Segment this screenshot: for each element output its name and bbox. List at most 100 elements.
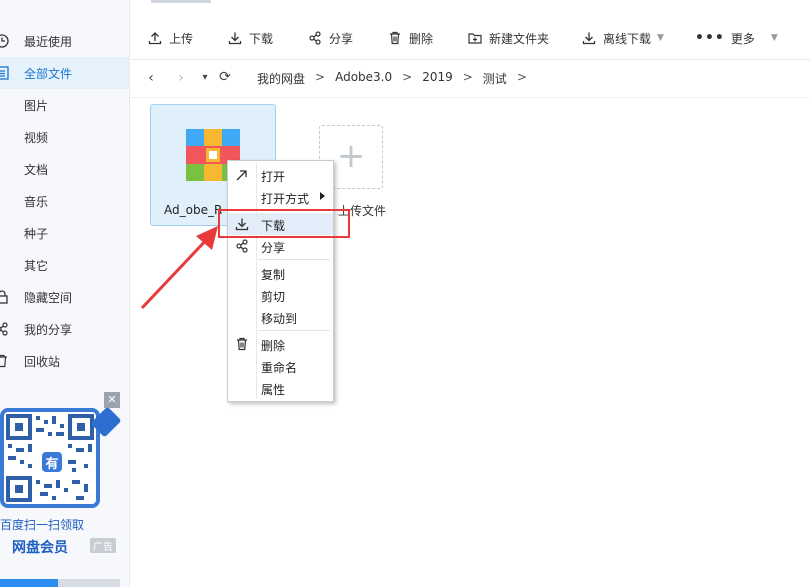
- more-dots-icon: •••: [695, 30, 725, 46]
- menu-divider: [258, 259, 330, 260]
- menu-item-open[interactable]: 打开: [228, 164, 333, 186]
- sidebar-item-label: 回收站: [24, 355, 61, 369]
- sidebar-item-all-files[interactable]: 全部文件: [0, 57, 129, 89]
- menu-item-label: 移动到: [261, 312, 298, 326]
- promo-banner[interactable]: 有 ✕ 百度扫一扫领取 网盘会员 广告: [0, 392, 122, 560]
- new-folder-icon: [468, 33, 482, 44]
- plus-icon: +: [336, 136, 366, 176]
- new-folder-label: 新建文件夹: [489, 31, 550, 46]
- submenu-arrow-icon: [320, 192, 325, 200]
- breadcrumb-item[interactable]: 2019: [422, 70, 453, 87]
- download-label: 下载: [249, 31, 274, 46]
- sidebar-item-recycle-bin[interactable]: 回收站: [0, 345, 129, 377]
- sidebar-item-label: 我的分享: [24, 323, 73, 337]
- delete-button[interactable]: 删除: [387, 28, 433, 48]
- sidebar-item-videos[interactable]: 视频: [0, 121, 129, 153]
- trash-icon: [390, 31, 400, 45]
- breadcrumb: 我的网盘 > Adobe3.0 > 2019 > 测试 >: [257, 70, 527, 87]
- sidebar-item-label: 全部文件: [24, 67, 73, 81]
- sidebar: 最近使用 全部文件 图片 视频 文档 音乐 种子 其它 隐藏空间 我的分享 回收…: [0, 0, 130, 587]
- sidebar-item-label: 视频: [24, 131, 49, 145]
- breadcrumb-item[interactable]: Adobe3.0: [335, 70, 392, 87]
- offline-download-icon: [582, 32, 596, 45]
- sidebar-item-music[interactable]: 音乐: [0, 185, 129, 217]
- breadcrumb-item[interactable]: 我的网盘: [257, 70, 305, 87]
- menu-item-copy[interactable]: 复制: [228, 262, 333, 284]
- back-button[interactable]: ‹: [143, 70, 159, 88]
- forward-button[interactable]: ›: [173, 70, 189, 88]
- sidebar-item-other[interactable]: 其它: [0, 249, 129, 281]
- download-icon: [228, 32, 242, 45]
- sidebar-item-my-shares[interactable]: 我的分享: [0, 313, 129, 345]
- sidebar-item-recent[interactable]: 最近使用: [0, 25, 129, 57]
- upload-icon: [148, 32, 162, 45]
- menu-item-label: 分享: [261, 241, 286, 255]
- offline-download-label: 离线下载: [603, 31, 652, 46]
- sidebar-item-label: 文档: [24, 163, 49, 177]
- toolbar: 上传 下载 分享 删除 新建文件夹 离线下载 ▼ ••• 更多 ▼: [131, 0, 810, 60]
- menu-item-open-with[interactable]: 打开方式: [228, 186, 333, 208]
- menu-item-share[interactable]: 分享: [228, 235, 333, 257]
- list-icon: [0, 66, 9, 80]
- sidebar-item-documents[interactable]: 文档: [0, 153, 129, 185]
- upload-button[interactable]: 上传: [147, 28, 193, 48]
- sidebar-item-hidden-space[interactable]: 隐藏空间: [0, 281, 129, 313]
- ad-tag: 广告: [90, 538, 116, 553]
- menu-item-cut[interactable]: 剪切: [228, 284, 333, 306]
- more-label: 更多: [730, 31, 755, 46]
- menu-item-label: 重命名: [261, 361, 298, 375]
- sidebar-item-label: 其它: [24, 259, 49, 273]
- menu-item-label: 打开: [261, 170, 286, 184]
- sidebar-item-label: 种子: [24, 227, 49, 241]
- qr-badge: 有: [40, 450, 64, 474]
- menu-item-label: 属性: [261, 383, 286, 397]
- chevron-down-icon: ▼: [657, 33, 664, 43]
- offline-download-button[interactable]: 离线下载 ▼: [581, 28, 664, 48]
- menu-item-properties[interactable]: 属性: [228, 377, 333, 399]
- chevron-down-icon: ▼: [770, 33, 778, 43]
- trash-icon: [0, 354, 7, 368]
- menu-item-label: 复制: [261, 268, 286, 282]
- more-button[interactable]: ••• 更多 ▼: [695, 28, 778, 48]
- promo-title: 网盘会员: [12, 540, 68, 556]
- breadcrumb-item[interactable]: 测试: [483, 70, 507, 87]
- baidu-netdisk-window: 最近使用 全部文件 图片 视频 文档 音乐 种子 其它 隐藏空间 我的分享 回收…: [0, 0, 810, 587]
- breadcrumb-separator: >: [462, 70, 473, 84]
- share-button[interactable]: 分享: [307, 28, 353, 48]
- menu-item-rename[interactable]: 重命名: [228, 355, 333, 377]
- trash-icon: [237, 337, 247, 351]
- promo-close-button[interactable]: ✕: [104, 392, 120, 408]
- clock-icon: [0, 34, 9, 48]
- breadcrumb-separator: >: [402, 70, 413, 84]
- address-bar: ‹ › ▾ ⟳ 我的网盘 > Adobe3.0 > 2019 > 测试 >: [131, 60, 810, 98]
- context-menu: 打开 打开方式 下载 分享 复制 剪切 移动到 删除 重命名 属性: [227, 160, 334, 402]
- upload-label: 上传: [169, 31, 194, 46]
- new-folder-button[interactable]: 新建文件夹: [467, 28, 549, 48]
- sidebar-item-label: 隐藏空间: [24, 291, 73, 305]
- menu-item-delete[interactable]: 删除: [228, 333, 333, 355]
- delete-label: 删除: [409, 31, 434, 46]
- download-button[interactable]: 下载: [227, 28, 273, 48]
- sidebar-item-images[interactable]: 图片: [0, 89, 129, 121]
- sidebar-item-label: 音乐: [24, 195, 49, 209]
- sidebar-item-label: 最近使用: [24, 35, 73, 49]
- refresh-button[interactable]: ⟳: [217, 69, 233, 87]
- share-label: 分享: [329, 31, 354, 46]
- menu-item-label: 剪切: [261, 290, 286, 304]
- menu-divider: [258, 330, 330, 331]
- share-icon: [309, 31, 321, 45]
- breadcrumb-separator: >: [516, 70, 527, 84]
- qr-code: 有: [0, 408, 100, 508]
- breadcrumb-separator: >: [315, 70, 326, 84]
- history-dropdown[interactable]: ▾: [197, 72, 213, 90]
- menu-item-label: 删除: [261, 339, 286, 353]
- promo-text: 百度扫一扫领取: [0, 518, 85, 532]
- menu-item-move-to[interactable]: 移动到: [228, 306, 333, 328]
- storage-bar: [0, 579, 120, 587]
- sidebar-item-label: 图片: [24, 99, 49, 113]
- toolbar-top-indicator: [151, 0, 211, 3]
- annotation-arrow-icon: [140, 226, 218, 310]
- share-icon: [0, 322, 8, 336]
- sidebar-item-torrents[interactable]: 种子: [0, 217, 129, 249]
- open-arrow-icon: [236, 170, 247, 181]
